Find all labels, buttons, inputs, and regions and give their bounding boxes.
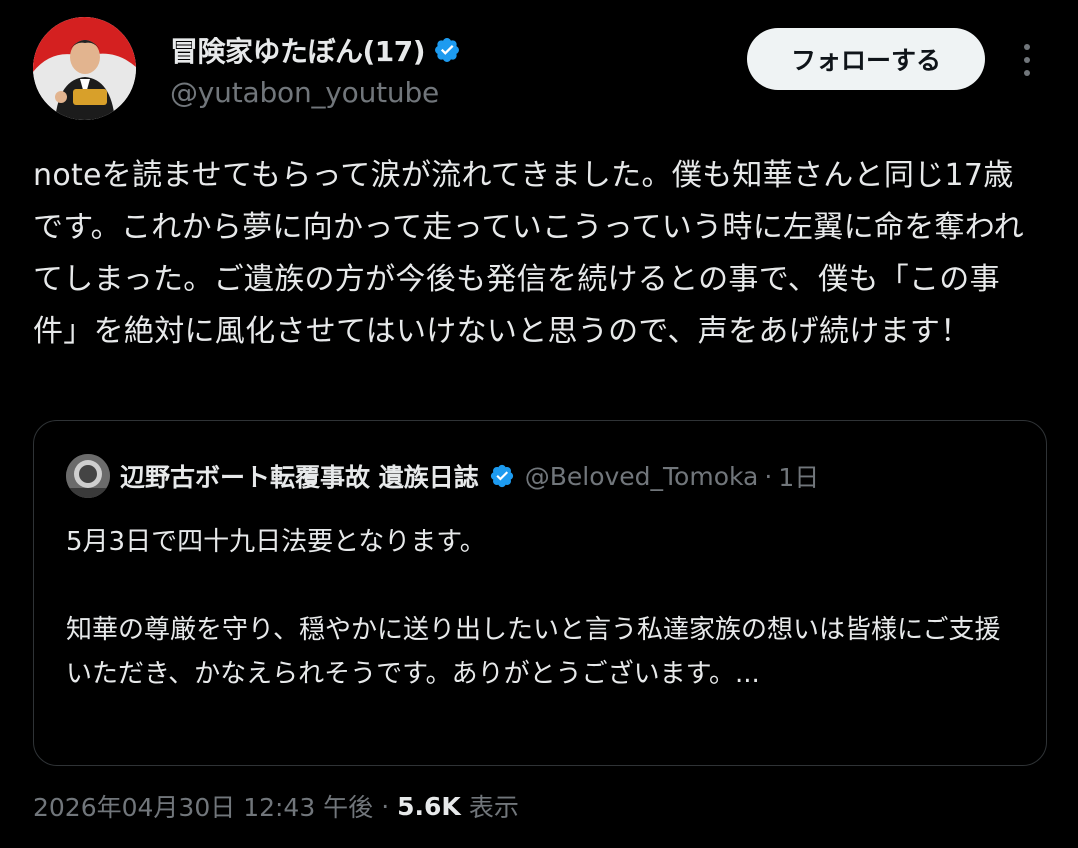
author-avatar[interactable] [33,17,136,120]
views-count: 5.6K [397,791,461,821]
verified-badge-icon [433,36,461,64]
quoted-author-avatar[interactable] [66,454,110,498]
author-handle[interactable]: @yutabon_youtube [170,76,461,109]
tweet-text: noteを読ませてもらって涙が流れてきました。僕も知華さんと同じ17歳です。これ… [33,158,1024,349]
verified-badge-icon [489,463,515,489]
separator-dot: · [381,791,390,821]
quoted-author-handle[interactable]: @Beloved_Tomoka [525,462,759,491]
tweet-timestamp[interactable]: 2026年04月30日 12:43 午後 [33,788,373,824]
views-label: 表示 [468,793,519,822]
quoted-tweet-time[interactable]: 1日 [778,458,819,494]
quoted-tweet-header: 辺野古ボート転覆事故 遺族日誌 @Beloved_Tomoka · 1日 [66,454,819,498]
follow-button[interactable]: フォローする [747,28,985,90]
quoted-author-name[interactable]: 辺野古ボート転覆事故 遺族日誌 [120,458,479,494]
dot [1024,57,1030,63]
tweet-meta: 2026年04月30日 12:43 午後 · 5.6K 表示 [33,788,519,824]
separator-dot: · [764,461,773,491]
quoted-tweet-text: 5月3日で四十九日法要となります。 知華の尊厳を守り、穏やかに送り出したいと言う… [66,527,1001,689]
dot [1024,70,1030,76]
author-info: 冒険家ゆたぼん(17) @yutabon_youtube [170,30,461,109]
dot [1024,44,1030,50]
quoted-tweet-card[interactable]: 辺野古ボート転覆事故 遺族日誌 @Beloved_Tomoka · 1日 5月3… [33,420,1047,766]
author-name[interactable]: 冒険家ゆたぼん(17) [170,30,426,70]
more-vertical-icon[interactable] [1012,40,1042,80]
